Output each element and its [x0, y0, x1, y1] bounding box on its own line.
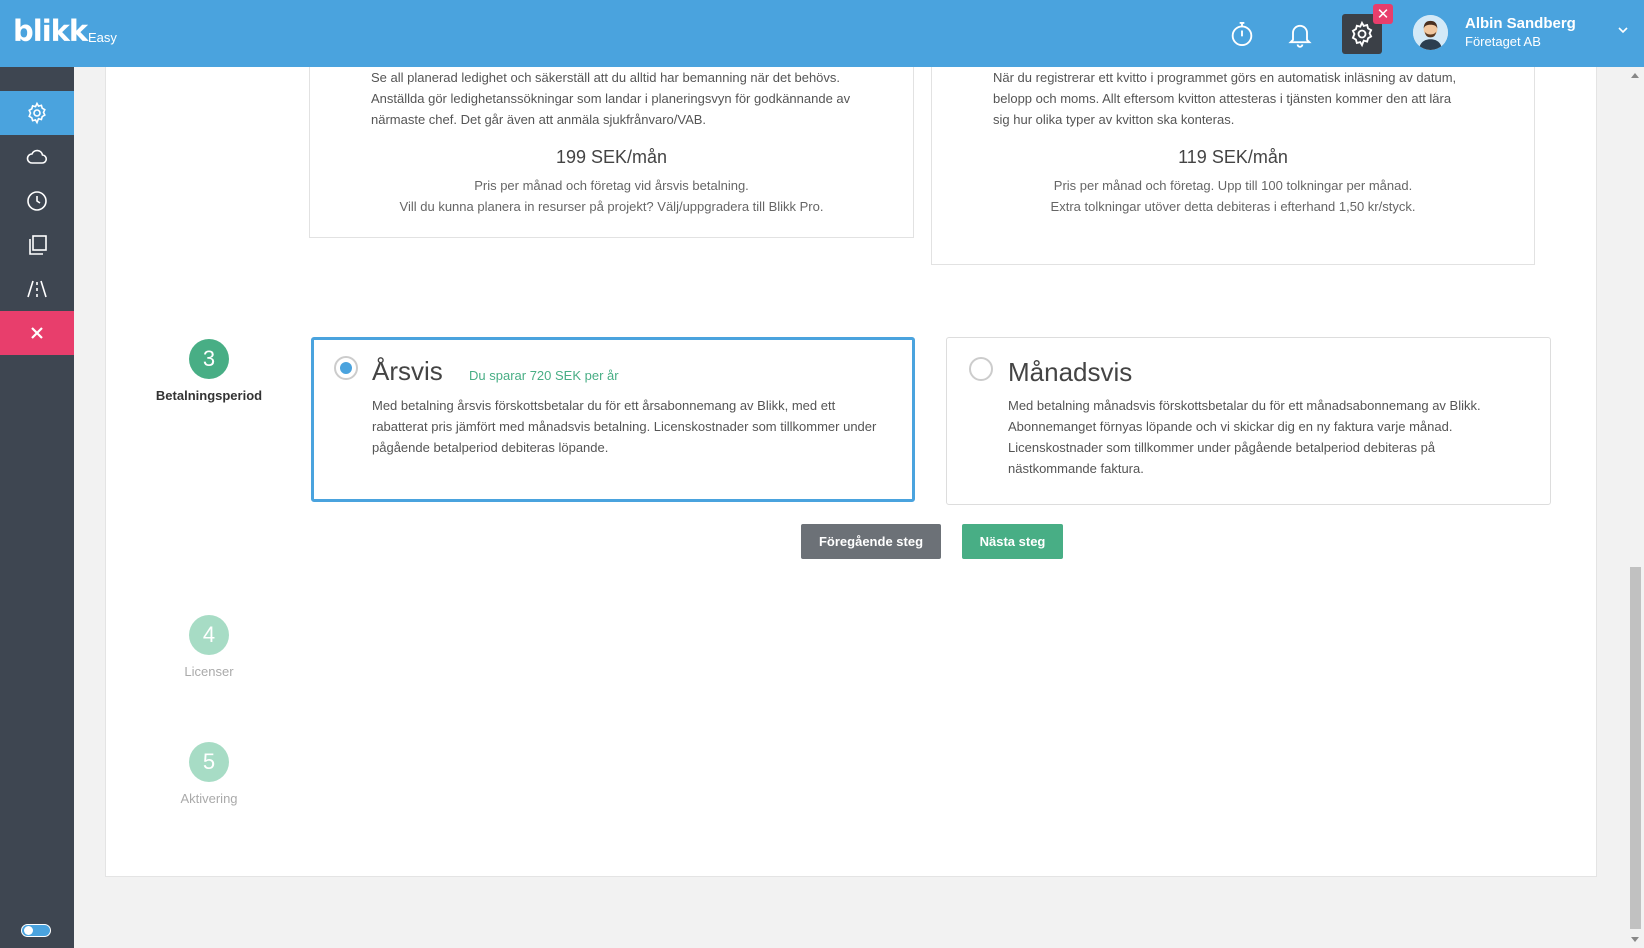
addon-extra-note: Extra tolkningar utöver detta debiteras … — [1050, 199, 1416, 214]
addon-price-note: Pris per månad och företag. Upp till 100… — [1053, 178, 1413, 193]
app-edition: Easy — [88, 30, 117, 45]
option-description: Med betalning månadsvis förskottsbetalar… — [1008, 398, 1481, 476]
top-bar: blikk Easy ✕ Albin Sandberg Företaget AB — [0, 0, 1644, 67]
user-name[interactable]: Albin Sandberg — [1465, 15, 1576, 32]
main-panel: Se all planerad ledighet och säkerställ … — [105, 67, 1597, 877]
stopwatch-icon[interactable] — [1222, 14, 1262, 54]
option-description: Med betalning årsvis förskottsbetalar du… — [372, 398, 877, 455]
sidebar-item-road[interactable] — [0, 267, 74, 311]
savings-badge: Du sparar 720 SEK per år — [469, 368, 619, 383]
payment-option-yearly[interactable]: Årsvis Du sparar 720 SEK per år Med beta… — [311, 337, 915, 502]
step-3-circle: 3 — [189, 339, 229, 379]
step-5-circle: 5 — [189, 742, 229, 782]
scroll-up-arrow[interactable] — [1631, 73, 1639, 78]
avatar[interactable] — [1413, 15, 1448, 50]
step-4-label: Licenser — [184, 664, 234, 679]
addon-description: Se all planerad ledighet och säkerställ … — [371, 70, 851, 127]
scroll-thumb[interactable] — [1630, 567, 1641, 929]
sidebar-item-documents[interactable] — [0, 223, 74, 267]
cloud-icon — [26, 149, 48, 164]
gear-icon — [1351, 20, 1373, 48]
radio-monthly[interactable] — [969, 357, 993, 381]
addon-description: När du registrerar ett kvitto i programm… — [993, 70, 1457, 127]
scrollbar[interactable] — [1627, 67, 1644, 948]
previous-step-button[interactable]: Föregående steg — [801, 524, 941, 559]
sidebar-item-settings[interactable] — [0, 91, 74, 135]
sidebar-close-button[interactable] — [0, 311, 74, 355]
sidebar-item-time[interactable] — [0, 179, 74, 223]
theme-toggle[interactable] — [21, 924, 51, 937]
sidebar-item-cloud[interactable] — [0, 135, 74, 179]
road-icon — [27, 280, 47, 298]
step-3-label: Betalningsperiod — [155, 388, 263, 403]
chevron-down-icon[interactable] — [1615, 22, 1631, 38]
addon-upgrade-note: Vill du kunna planera in resurser på pro… — [399, 199, 824, 214]
copy-icon — [29, 235, 47, 255]
scroll-down-arrow[interactable] — [1631, 937, 1639, 942]
addon-price: 199 SEK/mån — [555, 147, 668, 167]
app-logo[interactable]: blikk — [13, 14, 88, 48]
sidebar — [0, 67, 74, 948]
close-badge[interactable]: ✕ — [1373, 4, 1393, 24]
step-4-circle: 4 — [189, 615, 229, 655]
user-company: Företaget AB — [1465, 34, 1541, 49]
addon-price-note: Pris per månad och företag vid årsvis be… — [474, 178, 749, 193]
addon-card-receipts: När du registrerar ett kvitto i programm… — [931, 67, 1535, 265]
step-5-label: Aktivering — [180, 791, 238, 806]
addon-card-leave: Se all planerad ledighet och säkerställ … — [309, 67, 914, 238]
radio-yearly[interactable] — [334, 356, 358, 380]
option-title: Årsvis — [372, 356, 443, 386]
option-title: Månadsvis — [1008, 357, 1133, 387]
addon-price: 119 SEK/mån — [1178, 147, 1288, 167]
payment-option-monthly[interactable]: Månadsvis Med betalning månadsvis försko… — [946, 337, 1551, 505]
next-step-button[interactable]: Nästa steg — [962, 524, 1063, 559]
bell-icon[interactable] — [1280, 14, 1320, 54]
clock-icon — [27, 191, 47, 211]
close-icon — [31, 327, 43, 339]
gear-icon — [28, 101, 46, 125]
